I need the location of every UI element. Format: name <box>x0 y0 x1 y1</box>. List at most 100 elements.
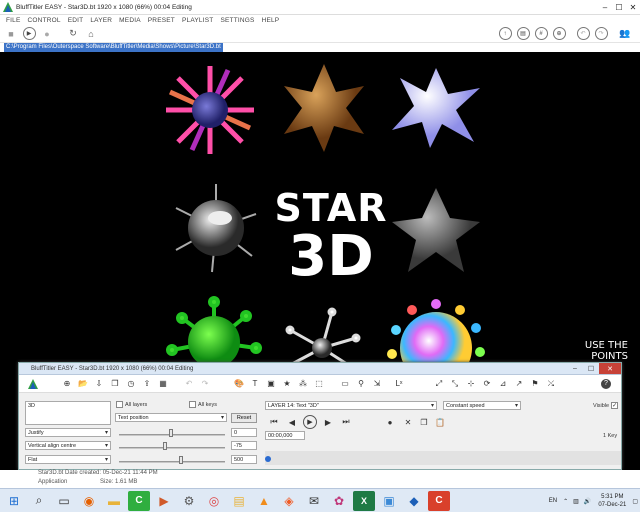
layer-select[interactable]: LAYER 14: Text "3D" <box>265 401 437 410</box>
menu-layer[interactable]: LAYER <box>90 17 112 24</box>
paint-icon[interactable]: 🎨 <box>233 378 245 390</box>
shapes-icon[interactable]: ⬚ <box>313 378 325 390</box>
resolution-icon[interactable]: ▤ <box>516 27 530 41</box>
menu-file[interactable]: FILE <box>6 17 21 24</box>
brave-icon[interactable]: ◈ <box>278 491 300 511</box>
image-viewer-icon[interactable]: ▣ <box>378 491 400 511</box>
reset-button[interactable]: Reset <box>231 413 257 423</box>
copy-key-icon[interactable]: ❐ <box>419 417 429 427</box>
copy-icon[interactable]: ❐ <box>109 378 121 390</box>
speed-select[interactable]: Constant speed <box>443 401 521 410</box>
justify-select[interactable]: Justify <box>25 428 111 437</box>
maximize-button[interactable]: ☐ <box>612 0 626 14</box>
play-icon[interactable]: ▶ <box>303 415 317 429</box>
upload-icon[interactable]: ↑ <box>498 27 512 41</box>
undo-icon[interactable]: ↶ <box>183 378 195 390</box>
mail-icon[interactable]: ✉ <box>303 491 325 511</box>
chrome-icon[interactable]: ◎ <box>203 491 225 511</box>
star-icon[interactable]: ★ <box>281 378 293 390</box>
slider-3[interactable] <box>119 461 225 463</box>
move-icon[interactable]: ⊹ <box>465 378 477 390</box>
open-icon[interactable]: 📂 <box>77 378 89 390</box>
panel-maximize-button[interactable]: ☐ <box>583 363 599 374</box>
language-indicator[interactable]: EN <box>549 498 557 504</box>
link-icon[interactable]: ⤯ <box>545 378 557 390</box>
paint-icon[interactable]: ✿ <box>328 491 350 511</box>
slider-1-thumb[interactable] <box>169 429 173 437</box>
new-icon[interactable]: ⊕ <box>61 378 73 390</box>
blufftitler-taskbar-icon[interactable]: ◆ <box>403 491 425 511</box>
tray-up-icon[interactable]: ⌃ <box>563 498 568 505</box>
clock-icon[interactable]: ◷ <box>125 378 137 390</box>
all-layers-checkbox[interactable]: All layers <box>116 401 147 408</box>
all-keys-checkbox[interactable]: All keys <box>189 401 217 408</box>
value-2-input[interactable]: -75 <box>231 441 257 450</box>
redo-icon[interactable]: ↷ <box>594 27 608 41</box>
picture-icon[interactable]: ▣ <box>265 378 277 390</box>
skip-start-icon[interactable]: ⏮ <box>269 417 279 427</box>
menu-help[interactable]: HELP <box>262 17 280 24</box>
start-button[interactable]: ⊞ <box>3 491 25 511</box>
help-icon[interactable]: ? <box>601 378 611 389</box>
axis-y-icon[interactable]: ⤡ <box>449 378 461 390</box>
save-icon[interactable]: ⇩ <box>93 378 105 390</box>
film-icon[interactable]: ▦ <box>157 378 169 390</box>
text-input[interactable]: 3D <box>25 401 111 425</box>
redo-icon[interactable]: ↷ <box>199 378 211 390</box>
record-key-icon[interactable]: ● <box>385 417 395 427</box>
menu-playlist[interactable]: PLAYLIST <box>182 17 213 24</box>
media-player-icon[interactable]: ▶ <box>153 491 175 511</box>
undo-icon[interactable]: ↶ <box>576 27 590 41</box>
frame-icon[interactable]: ▭ <box>339 378 351 390</box>
vlc-icon[interactable]: ▲ <box>253 491 275 511</box>
value-3-input[interactable]: 500 <box>231 455 257 464</box>
camtasia-recorder-icon[interactable]: C <box>428 490 450 511</box>
firefox-icon[interactable]: ◉ <box>78 491 100 511</box>
vertical-align-select[interactable]: Vertical align centre <box>25 441 111 450</box>
excel-icon[interactable]: X <box>353 490 375 511</box>
flat-select[interactable]: Flat <box>25 455 111 464</box>
slider-2-thumb[interactable] <box>163 442 167 450</box>
file-explorer-icon[interactable]: ▬ <box>103 491 125 511</box>
network-icon[interactable]: ▥ <box>573 498 579 505</box>
panel-minimize-button[interactable]: – <box>567 363 583 374</box>
close-button[interactable]: ✕ <box>626 0 640 14</box>
folder-icon[interactable]: ▤ <box>228 491 250 511</box>
menu-control[interactable]: CONTROL <box>28 17 61 24</box>
value-1-input[interactable]: 0 <box>231 428 257 437</box>
axis-x-icon[interactable]: ⤢ <box>433 378 445 390</box>
home-icon[interactable]: ⌂ <box>84 27 98 41</box>
paste-key-icon[interactable]: 📋 <box>435 417 445 427</box>
panel-close-button[interactable]: ✕ <box>599 363 621 374</box>
time-input[interactable]: 00:00,000 <box>265 431 305 440</box>
text-icon[interactable]: T <box>249 378 261 390</box>
lx-icon[interactable]: Lˣ <box>393 378 405 390</box>
import-icon[interactable]: ⇪ <box>141 378 153 390</box>
slider-3-thumb[interactable] <box>179 456 183 464</box>
nodes-icon[interactable]: ⁂ <box>297 378 309 390</box>
grid-icon[interactable]: # <box>534 27 548 41</box>
minimize-button[interactable]: – <box>598 0 612 14</box>
visible-checkbox[interactable]: Visible ✓ <box>593 402 620 409</box>
settings-icon[interactable]: ⚙ <box>178 491 200 511</box>
users-icon[interactable]: 👥 <box>618 27 632 41</box>
delete-key-icon[interactable]: ✕ <box>403 417 413 427</box>
play-button[interactable]: ▶ <box>22 27 36 41</box>
menu-preset[interactable]: PRESET <box>148 17 175 24</box>
menu-edit[interactable]: EDIT <box>68 17 84 24</box>
scale-icon[interactable]: ⊿ <box>497 378 509 390</box>
menu-settings[interactable]: SETTINGS <box>220 17 254 24</box>
rotate-icon[interactable]: ⟳ <box>481 378 493 390</box>
export-icon[interactable]: ⇲ <box>371 378 383 390</box>
pin-icon[interactable]: ⚑ <box>529 378 541 390</box>
camera-icon[interactable]: ⚲ <box>355 378 367 390</box>
arrow-icon[interactable]: ↗ <box>513 378 525 390</box>
search-icon[interactable]: ⌕ <box>28 491 50 511</box>
refresh-icon[interactable]: ↻ <box>66 27 80 41</box>
render-canvas[interactable]: STAR 3D USE THE POINTS <box>4 52 636 380</box>
volume-icon[interactable]: 🔊 <box>584 498 591 505</box>
step-back-icon[interactable]: ◀ <box>287 417 297 427</box>
timeline-cursor[interactable] <box>265 456 271 462</box>
menu-media[interactable]: MEDIA <box>119 17 141 24</box>
step-forward-icon[interactable]: ▶ <box>323 417 333 427</box>
